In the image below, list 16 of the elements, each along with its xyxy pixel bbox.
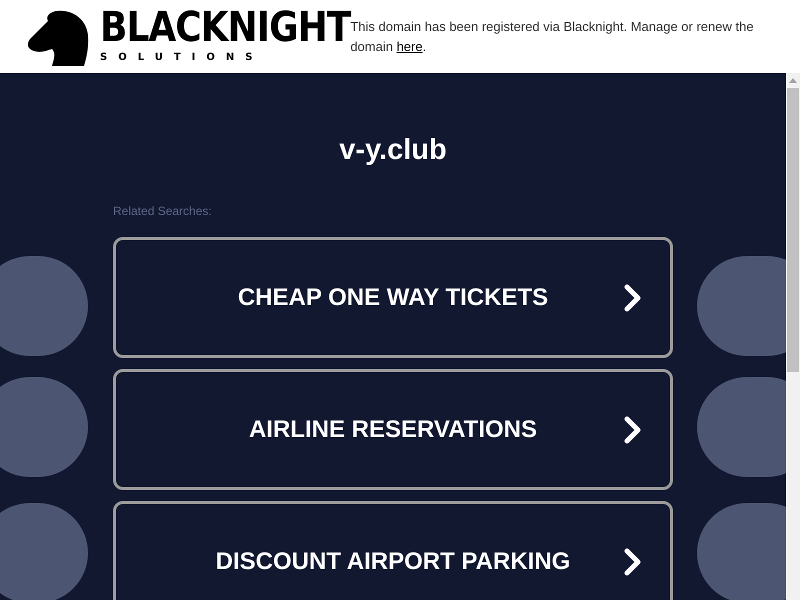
related-search-link[interactable]: DISCOUNT AIRPORT PARKING xyxy=(113,501,673,600)
registration-notice: This domain has been registered via Blacknight. Manage or renew the domain here. xyxy=(350,19,755,56)
domain-title: v-y.club xyxy=(339,133,447,168)
logo-tagline: SOLUTIONS xyxy=(100,52,264,64)
related-searches-label: Related Searches: xyxy=(113,204,212,218)
scrollbar-thumb[interactable] xyxy=(787,88,799,372)
chevron-right-icon xyxy=(624,548,642,576)
scrollbar[interactable] xyxy=(786,73,800,600)
related-search-link[interactable]: AIRLINE RESERVATIONS xyxy=(113,369,673,490)
chevron-right-icon xyxy=(624,416,642,444)
scroll-up-arrow-icon[interactable] xyxy=(789,78,797,83)
here-link[interactable]: here xyxy=(396,38,423,54)
logo-wordmark: BLACKNIGHT xyxy=(100,8,350,49)
horse-head-logo-icon xyxy=(26,9,90,66)
related-search-link[interactable]: CHEAP ONE WAY TICKETS xyxy=(113,237,673,358)
chevron-right-icon xyxy=(624,284,642,312)
